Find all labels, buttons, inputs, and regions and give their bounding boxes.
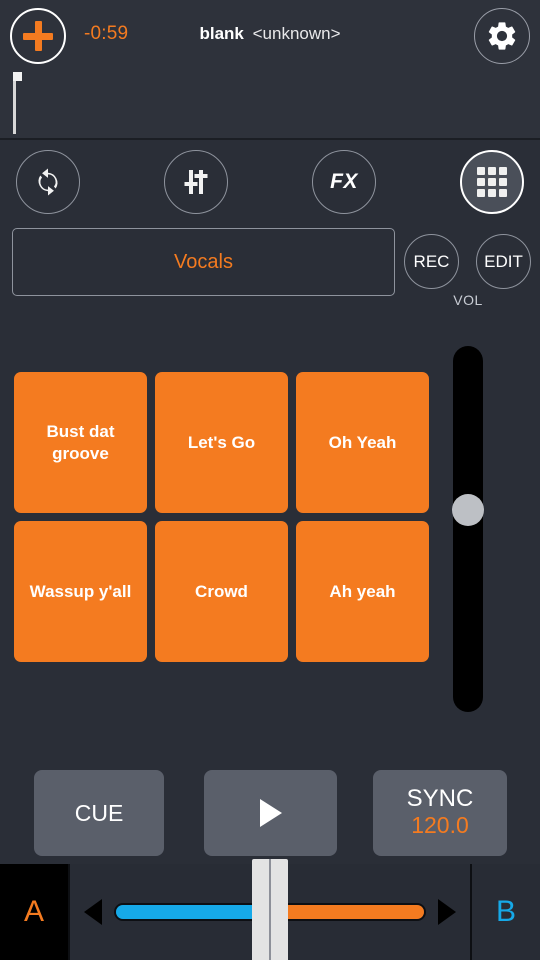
pad-grid-button[interactable] <box>460 150 524 214</box>
track-name: blank <box>199 24 244 43</box>
volume-slider-track[interactable] <box>453 346 483 712</box>
crossfader-right-fill <box>270 905 424 919</box>
volume-label: VOL <box>453 292 483 308</box>
gear-icon <box>488 22 516 50</box>
cue-button[interactable]: CUE <box>34 770 164 856</box>
sync-button[interactable]: SYNC 120.0 <box>373 770 507 856</box>
volume-slider-thumb[interactable] <box>452 494 484 526</box>
fx-button[interactable]: FX <box>312 150 376 214</box>
track-artist: <unknown> <box>252 24 341 43</box>
sample-pad[interactable]: Ah yeah <box>296 521 429 662</box>
crossfader-left-fill <box>116 905 270 919</box>
sample-bank-name: Vocals <box>174 250 233 273</box>
crossfader-handle[interactable] <box>252 859 288 960</box>
playhead-line <box>13 72 16 134</box>
sample-pad[interactable]: Crowd <box>155 521 288 662</box>
crossfader-bar: A B <box>0 859 540 960</box>
grid-icon <box>477 167 507 197</box>
sliders-icon <box>184 170 208 194</box>
eq-mixer-button[interactable] <box>164 150 228 214</box>
rec-label: REC <box>413 251 450 271</box>
arrow-right-icon[interactable] <box>438 899 456 925</box>
sample-bank-selector[interactable]: Vocals <box>12 228 395 296</box>
edit-button[interactable]: EDIT <box>476 234 531 289</box>
fx-label: FX <box>330 170 358 193</box>
loop-icon <box>38 168 58 196</box>
cue-label: CUE <box>74 799 124 826</box>
arrow-left-icon[interactable] <box>84 899 102 925</box>
loop-button[interactable] <box>16 150 80 214</box>
edit-label: EDIT <box>484 251 523 271</box>
bpm-value: 120.0 <box>411 812 469 839</box>
pad-area: Bust dat groove Let's Go Oh Yeah Wassup … <box>0 314 540 758</box>
deck-b-label[interactable]: B <box>472 864 540 960</box>
sample-pad[interactable]: Wassup y'all <box>14 521 147 662</box>
dj-app-screen: -0:59 blank <unknown> FX Vocals REC EDIT… <box>0 0 540 960</box>
sample-pad[interactable]: Bust dat groove <box>14 372 147 513</box>
playhead-flag-icon <box>13 72 22 81</box>
play-icon <box>259 799 282 827</box>
rec-button[interactable]: REC <box>404 234 459 289</box>
track-title: blank <unknown> <box>0 24 540 44</box>
sample-pad[interactable]: Oh Yeah <box>296 372 429 513</box>
waveform-display[interactable] <box>0 68 540 138</box>
sample-pad[interactable]: Let's Go <box>155 372 288 513</box>
top-bar: -0:59 blank <unknown> <box>0 0 540 140</box>
mode-icon-row: FX <box>0 140 540 222</box>
deck-a-label[interactable]: A <box>0 864 68 960</box>
sync-label: SYNC <box>406 785 474 812</box>
settings-button[interactable] <box>474 8 530 64</box>
play-button[interactable] <box>204 770 337 856</box>
transport-controls: CUE SYNC 120.0 <box>0 758 540 864</box>
sample-pad-grid: Bust dat groove Let's Go Oh Yeah Wassup … <box>14 372 429 662</box>
crossfader-control[interactable] <box>68 859 472 960</box>
bank-selector-row: Vocals REC EDIT VOL <box>0 222 540 314</box>
